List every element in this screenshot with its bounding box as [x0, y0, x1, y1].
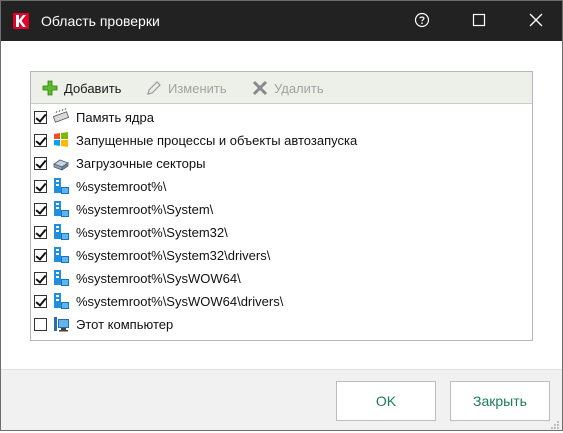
windows-folder-icon	[52, 177, 70, 195]
list-item[interactable]: %systemroot%\System32\drivers\	[31, 243, 532, 267]
cross-icon	[251, 80, 269, 96]
item-checkbox[interactable]	[34, 179, 47, 193]
item-checkbox[interactable]	[34, 156, 47, 170]
item-label: %systemroot%\System\	[76, 201, 214, 217]
item-label: %systemroot%\SysWOW64\drivers\	[76, 293, 284, 309]
list-item[interactable]: Запущенные процессы и объекты автозапуск…	[31, 128, 532, 152]
item-checkbox[interactable]	[34, 110, 47, 124]
pencil-icon	[145, 80, 163, 96]
delete-button[interactable]: Удалить	[251, 80, 324, 96]
windows-logo-icon	[52, 131, 70, 149]
help-button[interactable]	[399, 1, 445, 41]
item-checkbox[interactable]	[34, 294, 47, 308]
window-title: Область проверки	[41, 13, 160, 29]
plus-icon	[41, 80, 59, 96]
item-label: Память ядра	[76, 109, 154, 125]
title-bar[interactable]: Область проверки	[1, 1, 562, 41]
disk-drive-icon	[52, 154, 70, 172]
list-toolbar: Добавить Изменить Удалить	[31, 72, 532, 104]
maximize-button[interactable]	[456, 1, 502, 41]
list-item[interactable]: Память ядра	[31, 105, 532, 129]
windows-folder-icon	[52, 200, 70, 218]
list-item[interactable]: %systemroot%\System\	[31, 197, 532, 221]
list-item[interactable]: %systemroot%\System32\	[31, 220, 532, 244]
windows-folder-icon	[52, 269, 70, 287]
add-button[interactable]: Добавить	[41, 80, 121, 96]
delete-label: Удалить	[274, 80, 324, 96]
computer-icon	[52, 315, 70, 333]
item-label: Запущенные процессы и объекты автозапуск…	[76, 132, 358, 148]
windows-folder-icon	[52, 246, 70, 264]
scan-scope-dialog: Область проверки Добавить Изменить Удали…	[0, 0, 563, 431]
edit-label: Изменить	[168, 80, 227, 96]
close-button[interactable]: Закрыть	[450, 381, 550, 421]
help-icon	[414, 12, 430, 31]
item-label: %systemroot%\System32\	[76, 224, 228, 240]
close-window-button[interactable]	[513, 1, 559, 41]
item-checkbox[interactable]	[34, 202, 47, 216]
memory-chip-icon	[52, 107, 70, 126]
item-label: Этот компьютер	[76, 316, 174, 332]
item-checkbox[interactable]	[34, 271, 47, 285]
item-checkbox[interactable]	[34, 317, 47, 331]
item-label: %systemroot%\	[76, 178, 167, 194]
list-item[interactable]: %systemroot%\SysWOW64\drivers\	[31, 289, 532, 313]
scan-scope-list[interactable]: Добавить Изменить Удалить Память ядра За…	[30, 71, 533, 341]
edit-button[interactable]: Изменить	[145, 80, 227, 96]
item-checkbox[interactable]	[34, 248, 47, 262]
list-item[interactable]: %systemroot%\SysWOW64\	[31, 266, 532, 290]
close-icon	[529, 13, 543, 30]
item-checkbox[interactable]	[34, 225, 47, 239]
item-label: %systemroot%\System32\drivers\	[76, 247, 271, 263]
resize-grip-icon[interactable]	[550, 418, 560, 429]
item-checkbox[interactable]	[34, 133, 47, 147]
item-label: Загрузочные секторы	[76, 155, 206, 171]
item-label: %systemroot%\SysWOW64\	[76, 270, 241, 286]
ok-button[interactable]: OK	[336, 381, 436, 421]
windows-folder-icon	[52, 223, 70, 241]
maximize-icon	[472, 13, 486, 30]
list-item[interactable]: Загрузочные секторы	[31, 151, 532, 175]
list-item[interactable]: Этот компьютер	[31, 312, 532, 336]
add-label: Добавить	[64, 80, 122, 96]
kaspersky-k-icon	[13, 13, 29, 29]
windows-folder-icon	[52, 292, 70, 310]
list-item[interactable]: %systemroot%\	[31, 174, 532, 198]
dialog-footer: OK Закрыть	[1, 369, 562, 430]
